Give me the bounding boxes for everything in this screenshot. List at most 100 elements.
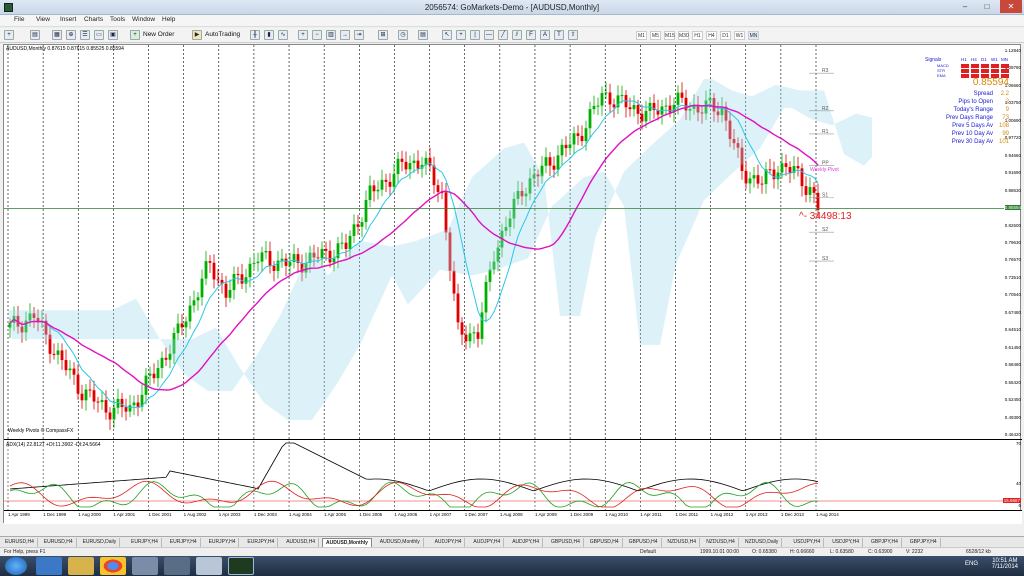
clock[interactable]: 10:51 AM 7/11/2014 xyxy=(992,558,1018,570)
timeframe-m1[interactable]: M1 xyxy=(636,31,647,40)
data-window-icon[interactable]: ⊕ xyxy=(66,30,76,40)
new-order-button[interactable]: New Order xyxy=(143,31,174,38)
candlestick-icon[interactable]: ▮ xyxy=(264,30,274,40)
label-icon[interactable]: T xyxy=(554,30,564,40)
profiles-icon[interactable]: ▤ xyxy=(30,30,40,40)
menu-help[interactable]: Help xyxy=(162,16,175,23)
ie-icon[interactable] xyxy=(36,557,62,575)
new-chart-icon[interactable]: + xyxy=(4,30,14,40)
metatrader-task-icon[interactable] xyxy=(228,557,254,575)
trendline-icon[interactable]: ╱ xyxy=(498,30,508,40)
navigator-icon[interactable]: ☰ xyxy=(80,30,90,40)
close-button[interactable]: ✕ xyxy=(1000,0,1022,13)
market-watch-icon[interactable]: ▦ xyxy=(52,30,62,40)
line-chart-icon[interactable]: ∿ xyxy=(278,30,288,40)
new-order-icon[interactable]: + xyxy=(130,30,140,40)
candle-body xyxy=(112,407,116,420)
candle-body xyxy=(204,261,208,279)
chart-tab[interactable]: NZDUSD,H4 xyxy=(664,538,701,547)
arrows-icon[interactable]: ⇧ xyxy=(568,30,578,40)
chart-tab[interactable]: AUDJPY,H4 xyxy=(509,538,544,547)
indicators-icon[interactable]: ⊞ xyxy=(378,30,388,40)
crosshair-icon[interactable]: + xyxy=(456,30,466,40)
candle-body xyxy=(456,293,460,323)
chart-tab[interactable]: EURJPY,H4 xyxy=(244,538,279,547)
chart-tab[interactable]: EURJPY,H4 xyxy=(206,538,240,547)
chart-tab[interactable]: EURJPY,H4 xyxy=(167,538,201,547)
app-icon-3[interactable] xyxy=(196,557,222,575)
minimize-button[interactable]: – xyxy=(954,0,976,13)
terminal-icon[interactable]: ▭ xyxy=(94,30,104,40)
autotrading-icon[interactable]: ▶ xyxy=(192,30,202,40)
autotrading-button[interactable]: AutoTrading xyxy=(205,31,240,38)
price-chart-pane[interactable]: R3 R2 R1 PP S1 S2 S3 AUDUSD,Monthly 0.87615 0.… xyxy=(4,45,1022,440)
menu-tools[interactable]: Tools xyxy=(110,16,125,23)
chart-tab[interactable]: AUDUSD,Monthly xyxy=(322,538,372,547)
app-icon-2[interactable] xyxy=(164,557,190,575)
candle-body xyxy=(384,179,388,182)
timeframe-m30[interactable]: M30 xyxy=(678,31,689,40)
chart-tab[interactable]: AUDJPY,H4 xyxy=(470,538,505,547)
candle-body xyxy=(80,393,84,401)
vertical-line-icon[interactable]: | xyxy=(470,30,480,40)
chart-tab[interactable]: GBPUSD,H4 xyxy=(587,538,623,547)
chart-tab[interactable]: NZDUSD,H4 xyxy=(703,538,739,547)
timeframe-m5[interactable]: M5 xyxy=(650,31,661,40)
timeframe-w1[interactable]: W1 xyxy=(734,31,745,40)
cursor-icon[interactable]: ↖ xyxy=(442,30,452,40)
text-icon[interactable]: A xyxy=(540,30,550,40)
autoscroll-icon[interactable]: → xyxy=(340,30,350,40)
timeframe-m15[interactable]: M15 xyxy=(664,31,675,40)
chart-tab[interactable]: AUDUSD,Monthly xyxy=(377,538,424,547)
zoom-out-icon[interactable]: − xyxy=(312,30,322,40)
chrome-icon[interactable] xyxy=(100,557,126,575)
menu-charts[interactable]: Charts xyxy=(84,16,103,23)
status-bar: For Help, press F1 Default 1999.10.01 00… xyxy=(0,547,1024,556)
menu-insert[interactable]: Insert xyxy=(60,16,76,23)
chart-tab[interactable]: USDJPY,H4 xyxy=(790,538,825,547)
start-button[interactable] xyxy=(5,557,27,575)
info-row: Prev Days Range 73 xyxy=(899,115,1009,123)
title-bar: 2056574: GoMarkets-Demo - [AUDUSD,Monthl… xyxy=(0,0,1024,15)
maximize-button[interactable]: □ xyxy=(976,0,998,13)
chart-tab[interactable]: GBPJPY,H4 xyxy=(868,538,902,547)
timeframe-h1[interactable]: H1 xyxy=(692,31,703,40)
candle-body xyxy=(84,389,88,401)
tester-icon[interactable]: ▣ xyxy=(108,30,118,40)
chart-tab[interactable]: NZDUSD,Daily xyxy=(742,538,783,547)
menu-file[interactable]: File xyxy=(14,16,24,23)
calculator-icon[interactable] xyxy=(132,557,158,575)
menu-view[interactable]: View xyxy=(36,16,50,23)
channel-icon[interactable]: ⫽ xyxy=(512,30,522,40)
chart-window[interactable]: R3 R2 R1 PP S1 S2 S3 AUDUSD,Monthly 0.87615 0.… xyxy=(3,44,1022,524)
timeframe-h4[interactable]: H4 xyxy=(706,31,717,40)
date-label: 1 Aug 2002 xyxy=(183,512,207,517)
templates-icon[interactable]: ▤ xyxy=(418,30,428,40)
chart-tab[interactable]: EURUSD,H4 xyxy=(2,538,38,547)
folder-icon[interactable] xyxy=(68,557,94,575)
chart-tab[interactable]: AUDJPY,H4 xyxy=(432,538,466,547)
periods-icon[interactable]: ◷ xyxy=(398,30,408,40)
chart-tab[interactable]: EURUSD,Daily xyxy=(80,538,121,547)
bar-chart-icon[interactable]: ╫ xyxy=(250,30,260,40)
chart-tab[interactable]: GBPUSD,H4 xyxy=(548,538,584,547)
chart-tab[interactable]: USDJPY,H4 xyxy=(829,538,864,547)
chart-tab[interactable]: GBPJPY,H4 xyxy=(907,538,941,547)
chart-tab[interactable]: GBPUSD,H4 xyxy=(626,538,662,547)
menu-window[interactable]: Window xyxy=(132,16,155,23)
zoom-in-icon[interactable]: + xyxy=(298,30,308,40)
timeframe-mn[interactable]: MN xyxy=(748,31,759,40)
chart-tab[interactable]: EURJPY,H4 xyxy=(128,538,162,547)
horizontal-line-icon[interactable]: — xyxy=(484,30,494,40)
language-indicator[interactable]: ENG xyxy=(965,561,978,567)
signal-cell xyxy=(981,69,989,73)
chart-shift-icon[interactable]: ⇥ xyxy=(354,30,364,40)
adx-level-40: 40 xyxy=(1015,481,1021,486)
adx-pane[interactable]: ADX(14) 22.8127 +DI:11.3902 -DI:24.5664 … xyxy=(4,441,1022,510)
timeframe-d1[interactable]: D1 xyxy=(720,31,731,40)
chart-tab[interactable]: AUDUSD,H4 xyxy=(283,538,320,547)
tile-icon[interactable]: ▥ xyxy=(326,30,336,40)
candle-body xyxy=(780,163,784,173)
chart-tab[interactable]: EURUSD,H4 xyxy=(41,538,77,547)
fibonacci-icon[interactable]: F xyxy=(526,30,536,40)
